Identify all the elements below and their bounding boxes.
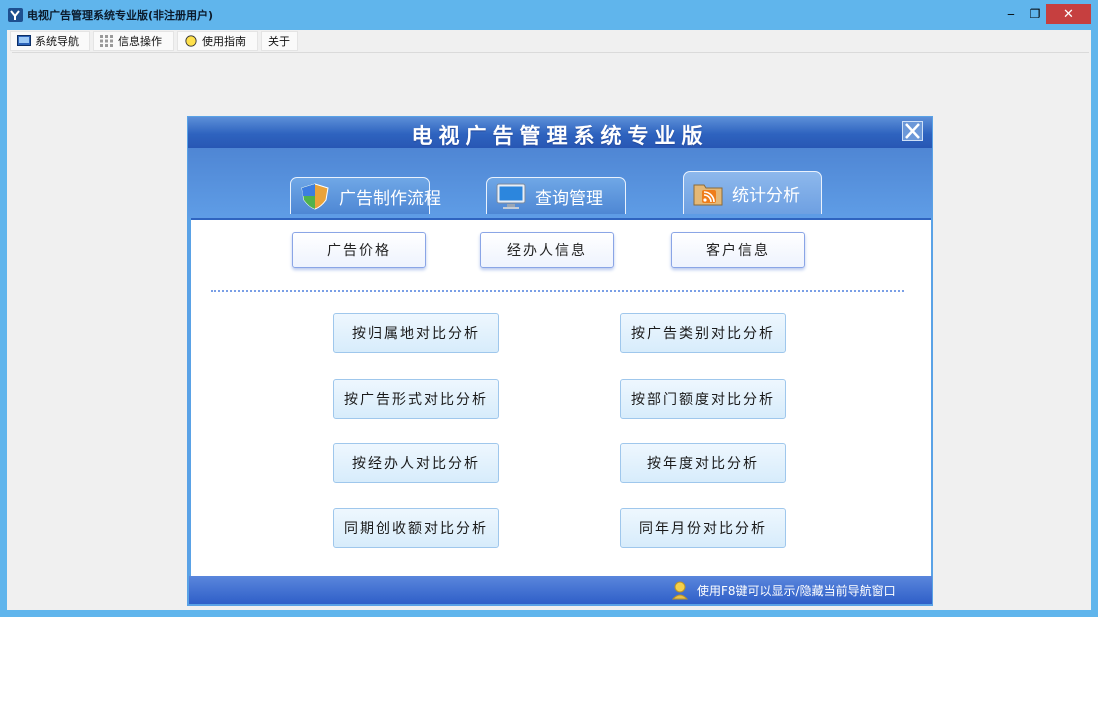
- tab-label: 查询管理: [535, 188, 603, 209]
- window-title: 电视广告管理系统专业版(非注册用户): [27, 9, 214, 22]
- menu-user-guide[interactable]: 使用指南: [177, 31, 258, 51]
- title-bar[interactable]: 电视广告管理系统专业版(非注册用户) ‒ ❐ ✕: [0, 0, 1098, 29]
- statistics-content: 广告价格 经办人信息 客户信息 按归属地对比分析 按广告形式对比分析 按经办人对…: [191, 218, 931, 576]
- tab-query-management[interactable]: 查询管理: [486, 177, 626, 214]
- compare-by-handler-button[interactable]: 按经办人对比分析: [333, 443, 499, 483]
- panel-footer: 使用F8键可以显示/隐藏当前导航窗口: [189, 576, 932, 604]
- handler-info-button[interactable]: 经办人信息: [480, 232, 614, 268]
- ad-price-button[interactable]: 广告价格: [292, 232, 426, 268]
- lightbulb-icon: [185, 35, 197, 47]
- shield-icon: [301, 183, 329, 210]
- panel-title: 电视广告管理系统专业版: [411, 124, 709, 148]
- panel-close-button[interactable]: [902, 121, 923, 141]
- compare-period-revenue-button[interactable]: 同期创收额对比分析: [333, 508, 499, 548]
- menu-bar: 系统导航 信息操作 使用指南 关于: [7, 30, 1091, 52]
- tab-ad-production-flow[interactable]: 广告制作流程: [290, 177, 441, 214]
- menu-label: 系统导航: [35, 35, 79, 48]
- tab-statistics-analysis[interactable]: 统计分析: [683, 171, 822, 214]
- menu-label: 使用指南: [202, 35, 246, 48]
- close-icon: ✕: [1063, 6, 1074, 22]
- customer-info-button[interactable]: 客户信息: [671, 232, 805, 268]
- compare-by-ad-category-button[interactable]: 按广告类别对比分析: [620, 313, 786, 353]
- navigation-panel: 电视广告管理系统专业版 广告制作流程 查询管理 统计分析 广告价格 经办人信息 …: [187, 116, 933, 606]
- compare-same-year-months-button[interactable]: 同年月份对比分析: [620, 508, 786, 548]
- menu-label: 关于: [268, 35, 290, 48]
- compare-by-year-button[interactable]: 按年度对比分析: [620, 443, 786, 483]
- app-icon: [8, 8, 23, 22]
- grid-icon: [100, 35, 113, 47]
- compare-by-department-quota-button[interactable]: 按部门额度对比分析: [620, 379, 786, 419]
- restore-button[interactable]: ❐: [1024, 4, 1046, 24]
- menu-divider: [12, 52, 1089, 53]
- tab-strip: 广告制作流程 查询管理 统计分析: [188, 148, 932, 218]
- monitor-icon: [17, 35, 31, 46]
- dotted-divider: [211, 290, 904, 292]
- user-hint-icon: [671, 581, 689, 600]
- footer-hint: 使用F8键可以显示/隐藏当前导航窗口: [697, 584, 896, 598]
- close-window-button[interactable]: ✕: [1046, 4, 1091, 24]
- compare-by-ad-format-button[interactable]: 按广告形式对比分析: [333, 379, 499, 419]
- monitor-icon: [496, 183, 526, 209]
- close-icon: [905, 123, 920, 139]
- compare-by-region-button[interactable]: 按归属地对比分析: [333, 313, 499, 353]
- app-window: 电视广告管理系统专业版(非注册用户) ‒ ❐ ✕ 系统导航 信息操作 使用指南 …: [0, 0, 1098, 617]
- menu-system-navigation[interactable]: 系统导航: [10, 31, 90, 51]
- tab-label: 广告制作流程: [339, 188, 441, 209]
- tab-label: 统计分析: [732, 185, 800, 206]
- panel-header: 电视广告管理系统专业版: [188, 117, 932, 148]
- minimize-button[interactable]: ‒: [1000, 4, 1022, 24]
- menu-label: 信息操作: [118, 35, 162, 48]
- rss-folder-icon: [693, 184, 723, 206]
- menu-info-operation[interactable]: 信息操作: [93, 31, 174, 51]
- restore-icon: ❐: [1029, 7, 1041, 21]
- minimize-icon: ‒: [1007, 7, 1015, 21]
- menu-about[interactable]: 关于: [261, 31, 298, 51]
